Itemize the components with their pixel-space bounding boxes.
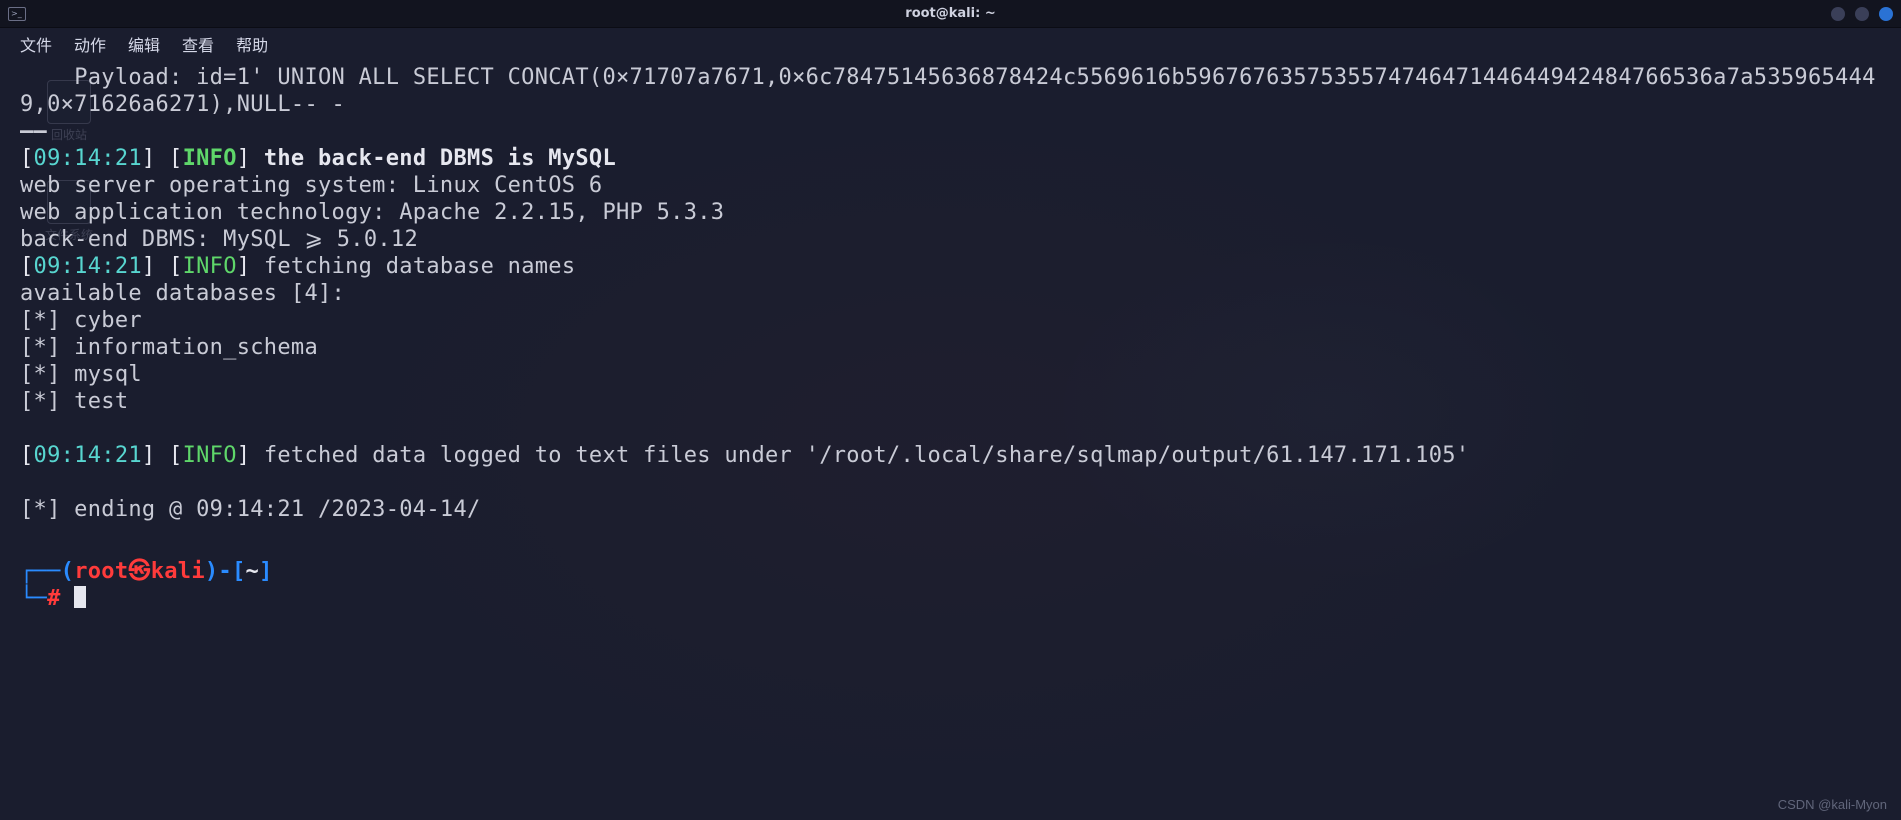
prompt-hash: #: [47, 586, 61, 611]
prompt-cwd: ~: [246, 559, 260, 584]
prompt-dash: -: [218, 559, 232, 584]
level-info: INFO: [183, 254, 237, 279]
brkt: ]: [237, 146, 264, 171]
prompt-line-1: ┌──(root㉿kali)-[~]: [20, 558, 1881, 585]
level-info: INFO: [183, 443, 237, 468]
menu-help[interactable]: 帮助: [236, 32, 268, 56]
payload-body: id=1' UNION ALL SELECT CONCAT(0×71707a76…: [20, 65, 1876, 117]
timestamp: 09:14:21: [34, 443, 142, 468]
line-os: web server operating system: Linux CentO…: [20, 173, 602, 198]
brkt: ]: [142, 254, 169, 279]
msg-fetch: fetching database names: [264, 254, 576, 279]
window-title: root@kali: ~: [0, 6, 1901, 21]
menu-view[interactable]: 查看: [182, 32, 214, 56]
close-button[interactable]: [1879, 7, 1893, 21]
payload-prefix: Payload:: [20, 65, 196, 90]
prompt-brkt: ]: [259, 559, 273, 584]
line-available: available databases [4]:: [20, 281, 345, 306]
brkt: ]: [142, 146, 169, 171]
terminal-icon: >_: [8, 7, 26, 21]
prompt-line-2[interactable]: └─#: [20, 585, 1881, 612]
brkt: [: [169, 443, 183, 468]
watermark: CSDN @kali-Myon: [1778, 797, 1887, 812]
brkt: ]: [237, 443, 264, 468]
brkt: [: [20, 443, 34, 468]
minimize-button[interactable]: [1831, 7, 1845, 21]
brkt: [: [169, 146, 183, 171]
prompt-corner-top: ┌──: [20, 559, 61, 584]
db-item: [*] information_schema: [20, 335, 318, 360]
db-item: [*] test: [20, 389, 128, 414]
prompt-paren: (: [61, 559, 75, 584]
prompt-user: root: [74, 559, 128, 584]
menu-bar: 文件 动作 编辑 查看 帮助: [0, 28, 1901, 60]
prompt-brkt: [: [232, 559, 246, 584]
timestamp: 09:14:21: [34, 146, 142, 171]
line-backend: back-end DBMS: MySQL ⩾ 5.0.12: [20, 227, 418, 252]
menu-file[interactable]: 文件: [20, 32, 52, 56]
level-info: INFO: [183, 146, 237, 171]
timestamp: 09:14:21: [34, 254, 142, 279]
menu-edit[interactable]: 编辑: [128, 32, 160, 56]
terminal-output[interactable]: Payload: id=1' UNION ALL SELECT CONCAT(0…: [0, 60, 1901, 612]
divider: ——: [20, 119, 47, 144]
brkt: [: [20, 254, 34, 279]
db-item: [*] mysql: [20, 362, 142, 387]
brkt: [: [20, 146, 34, 171]
menu-actions[interactable]: 动作: [74, 32, 106, 56]
line-ending: [*] ending @ 09:14:21 /2023-04-14/: [20, 497, 481, 522]
db-item: [*] cyber: [20, 308, 142, 333]
window-titlebar[interactable]: >_ root@kali: ~: [0, 0, 1901, 28]
brkt: [: [169, 254, 183, 279]
window-buttons: [1831, 7, 1893, 21]
line-tech: web application technology: Apache 2.2.1…: [20, 200, 724, 225]
maximize-button[interactable]: [1855, 7, 1869, 21]
msg-dbms: the back-end DBMS is MySQL: [264, 146, 616, 171]
brkt: ]: [142, 443, 169, 468]
prompt-paren: ): [205, 559, 219, 584]
msg-logged: fetched data logged to text files under …: [264, 443, 1470, 468]
cursor: [74, 586, 86, 608]
prompt-corner-bot: └─: [20, 586, 47, 611]
brkt: ]: [237, 254, 264, 279]
prompt-host: kali: [151, 559, 205, 584]
skull-icon: ㉿: [128, 559, 150, 584]
